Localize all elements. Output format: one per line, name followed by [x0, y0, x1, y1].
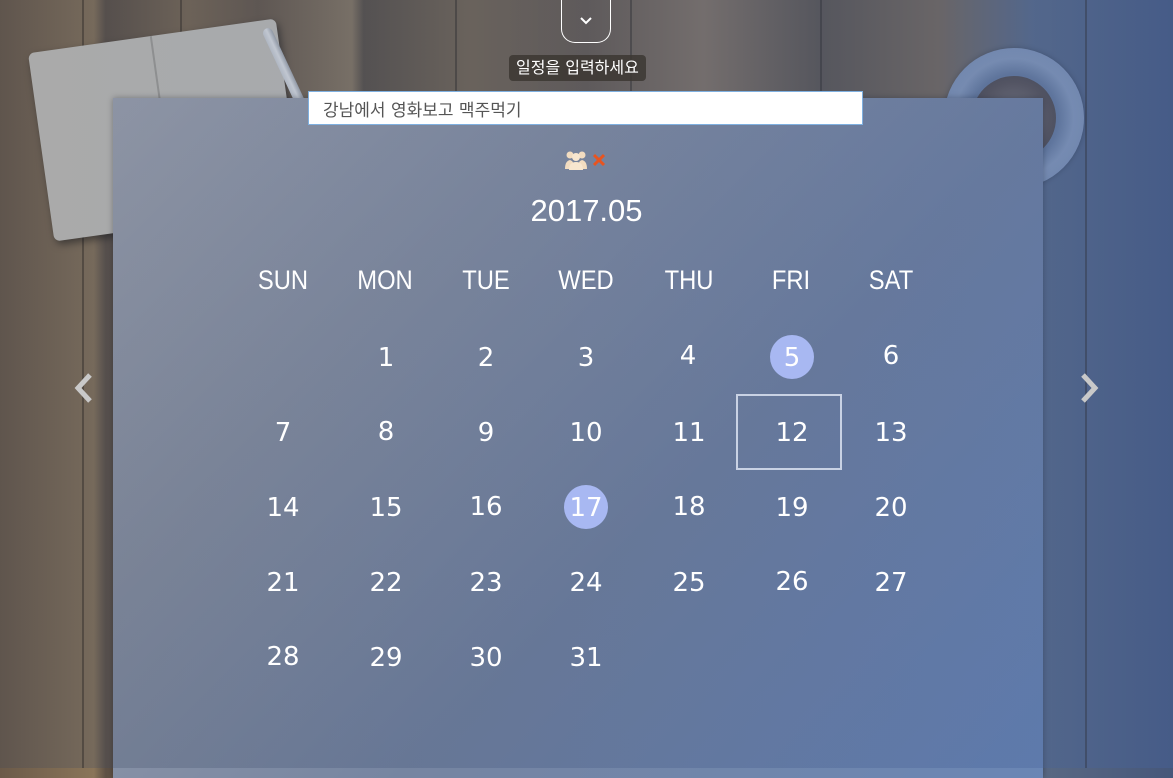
day-cell[interactable]: 24: [536, 553, 636, 613]
day-cell[interactable]: 3: [536, 328, 636, 388]
day-cell[interactable]: 29: [336, 628, 436, 688]
day-cell[interactable]: 7: [233, 403, 333, 463]
day-cell[interactable]: 13: [841, 403, 941, 463]
day-cell[interactable]: 20: [841, 478, 941, 538]
day-cell[interactable]: 28: [233, 627, 333, 687]
day-number: 15: [369, 493, 403, 523]
day-cell[interactable]: 4: [638, 326, 738, 386]
day-cell[interactable]: 2: [436, 328, 536, 388]
day-number: 23: [469, 568, 503, 598]
weekday-sat: SAT: [868, 265, 914, 295]
chevron-left-icon: [74, 373, 92, 403]
day-number: 21: [266, 568, 300, 598]
day-cell[interactable]: 30: [436, 628, 536, 688]
day-cell[interactable]: 18: [639, 477, 739, 537]
people-icon[interactable]: [564, 149, 588, 171]
day-number: 26: [775, 567, 809, 597]
day-number: 28: [266, 642, 300, 672]
day-number: 6: [882, 341, 900, 371]
prev-month-button[interactable]: [69, 370, 99, 406]
input-actions: [564, 149, 606, 171]
day-cell[interactable]: 15: [336, 478, 436, 538]
day-cell[interactable]: 27: [841, 553, 941, 613]
day-number: 16: [469, 492, 503, 522]
day-number: 27: [874, 568, 908, 598]
day-number: 31: [569, 643, 603, 673]
day-cell[interactable]: 25: [639, 553, 739, 613]
day-cell[interactable]: 8: [336, 402, 436, 462]
weekday-sun: SUN: [257, 265, 309, 295]
day-number: 3: [577, 343, 595, 373]
day-cell[interactable]: 11: [639, 403, 739, 463]
day-number: 12: [775, 418, 809, 448]
day-number: 14: [266, 493, 300, 523]
day-cell[interactable]: 19: [742, 478, 842, 538]
day-cell[interactable]: 9: [436, 403, 536, 463]
schedule-input[interactable]: [308, 91, 863, 125]
day-cell-marked[interactable]: 5: [742, 328, 842, 388]
weekday-fri: FRI: [771, 265, 811, 295]
day-number: 7: [274, 418, 292, 448]
day-number: 4: [679, 341, 697, 371]
day-cell[interactable]: 23: [436, 553, 536, 613]
day-number: 20: [874, 493, 908, 523]
month-title: 2017.05: [530, 193, 643, 228]
day-cell[interactable]: 22: [336, 553, 436, 613]
day-cell-today[interactable]: 12: [736, 394, 842, 470]
day-cell[interactable]: 31: [536, 628, 636, 688]
day-number: 11: [672, 418, 706, 448]
day-cell[interactable]: 21: [233, 553, 333, 613]
next-month-button[interactable]: [1074, 370, 1104, 406]
day-cell[interactable]: 1: [336, 328, 436, 388]
weekday-tue: TUE: [462, 265, 510, 295]
day-number: 10: [569, 418, 603, 448]
day-cell[interactable]: 10: [536, 403, 636, 463]
day-number: 8: [377, 417, 395, 447]
day-number: 19: [775, 493, 809, 523]
day-number: 9: [477, 418, 495, 448]
day-number: 25: [672, 568, 706, 598]
day-number: 17: [569, 493, 603, 523]
day-cell[interactable]: 26: [742, 552, 842, 612]
day-number: 2: [477, 343, 495, 373]
weekday-thu: THU: [664, 265, 714, 295]
day-number: 24: [569, 568, 603, 598]
day-cell[interactable]: 14: [233, 478, 333, 538]
chevron-right-icon: [1081, 373, 1099, 403]
day-number: 5: [783, 343, 801, 373]
weekday-wed: WED: [558, 265, 614, 295]
weekday-mon: MON: [357, 265, 413, 295]
day-cell[interactable]: 6: [841, 326, 941, 386]
day-number: 13: [874, 418, 908, 448]
close-icon[interactable]: [592, 153, 606, 167]
input-prompt-label: 일정을 입력하세요: [509, 55, 646, 81]
day-cell[interactable]: 16: [436, 477, 536, 537]
day-number: 18: [672, 492, 706, 522]
day-cell-marked[interactable]: 17: [536, 478, 636, 538]
chevron-down-icon: [580, 17, 592, 25]
toggle-input-button[interactable]: [561, 0, 611, 43]
day-number: 29: [369, 643, 403, 673]
day-number: 30: [469, 643, 503, 673]
day-number: 1: [377, 343, 395, 373]
day-number: 22: [369, 568, 403, 598]
